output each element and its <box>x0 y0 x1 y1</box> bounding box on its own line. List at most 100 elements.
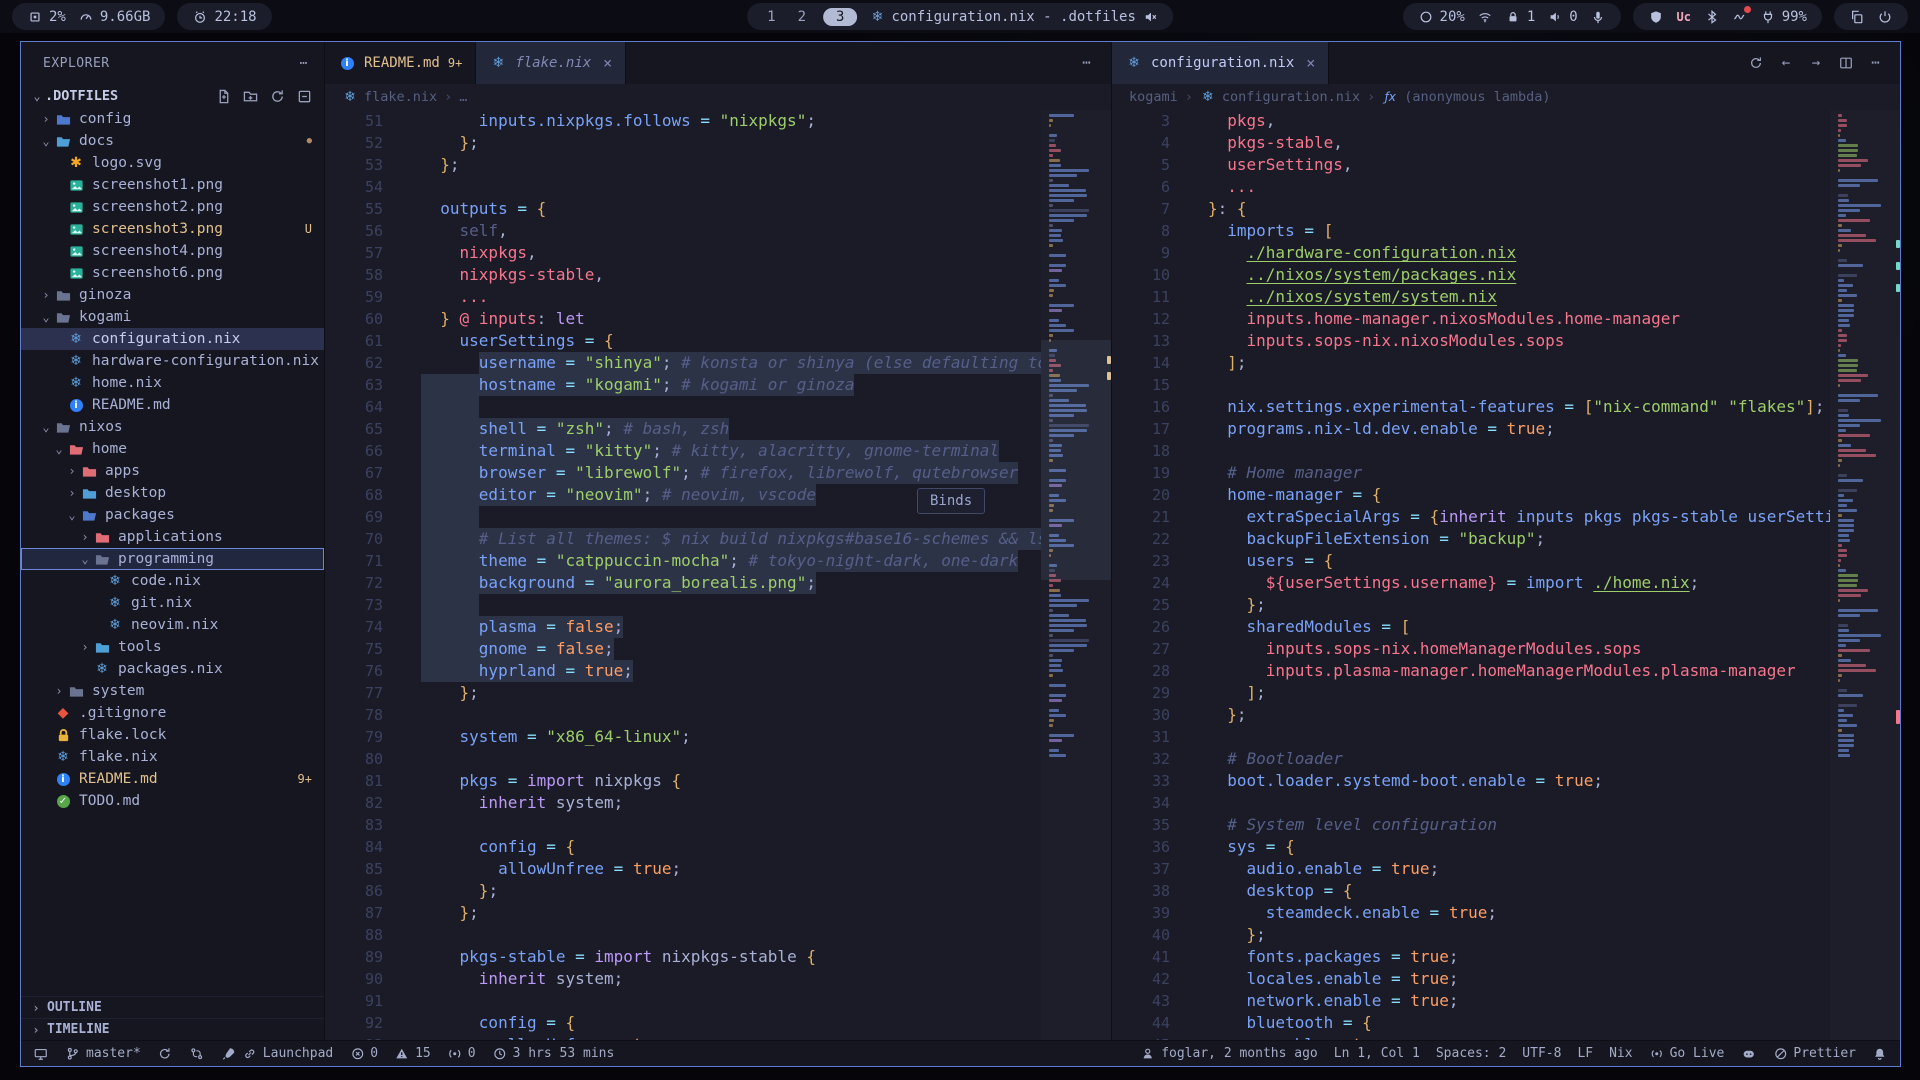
code-line[interactable]: 64 <box>325 396 1041 418</box>
tree-item-packages[interactable]: ⌄packages <box>21 504 324 526</box>
code-line[interactable]: 83 <box>325 814 1041 836</box>
status-remote[interactable] <box>33 1046 49 1062</box>
code-line[interactable]: 8 imports = [ <box>1112 220 1830 242</box>
code-line[interactable]: 56 self, <box>325 220 1041 242</box>
timeline-panel-header[interactable]: › TIMELINE <box>21 1018 324 1040</box>
outline-panel-header[interactable]: › OUTLINE <box>21 996 324 1018</box>
tree-item-hardware-configuration.nix[interactable]: ❄hardware-configuration.nix <box>21 350 324 372</box>
code-line[interactable]: 89 pkgs-stable = import nixpkgs-stable { <box>325 946 1041 968</box>
code-line[interactable]: 93 allowUnfree = true; <box>325 1034 1041 1040</box>
status-nix[interactable]: Nix <box>1609 1046 1632 1061</box>
tree-item-programming[interactable]: ⌄programming <box>21 548 324 570</box>
code-line[interactable]: 41 fonts.packages = true; <box>1112 946 1830 968</box>
code-line[interactable]: 51 inputs.nixpkgs.follows = "nixpkgs"; <box>325 110 1041 132</box>
status-0[interactable]: 0 <box>349 1046 378 1062</box>
code-line[interactable]: 20 home-manager = { <box>1112 484 1830 506</box>
status-utf-8[interactable]: UTF-8 <box>1522 1046 1561 1061</box>
code-line[interactable]: 74 plasma = false; <box>325 616 1041 638</box>
explorer-more-actions-icon[interactable]: ⋯ <box>300 56 308 71</box>
code-line[interactable]: 5 userSettings, <box>1112 154 1830 176</box>
tree-item-screenshot4.png[interactable]: screenshot4.png <box>21 240 324 262</box>
code-line[interactable]: 70 # List all themes: $ nix build nixpkg… <box>325 528 1041 550</box>
tree-item-ginoza[interactable]: ›ginoza <box>21 284 324 306</box>
code-line[interactable]: 34 <box>1112 792 1830 814</box>
code-line[interactable]: 13 inputs.sops-nix.nixosModules.sops <box>1112 330 1830 352</box>
status-master-[interactable]: master* <box>65 1046 141 1062</box>
tree-item-screenshot2.png[interactable]: screenshot2.png <box>21 196 324 218</box>
code-line[interactable]: 72 background = "aurora_borealis.png"; <box>325 572 1041 594</box>
editor-left[interactable]: 51 inputs.nixpkgs.follows = "nixpkgs";52… <box>325 110 1111 1040</box>
new-folder-icon[interactable] <box>242 88 258 104</box>
code-line[interactable]: 55 outputs = { <box>325 198 1041 220</box>
status-sync[interactable] <box>157 1046 173 1062</box>
code-line[interactable]: 91 <box>325 990 1041 1012</box>
status-go-live[interactable]: Go Live <box>1649 1046 1725 1062</box>
code-line[interactable]: 88 <box>325 924 1041 946</box>
refresh-icon[interactable] <box>269 88 285 104</box>
breadcrumb-item[interactable]: ❄configuration.nix <box>1200 89 1360 105</box>
tree-item-home.nix[interactable]: ❄home.nix <box>21 372 324 394</box>
minimap-right[interactable] <box>1830 110 1900 1040</box>
status-15[interactable]: 15 <box>394 1046 431 1062</box>
code-line[interactable]: 80 <box>325 748 1041 770</box>
system-tray-pill[interactable]: 20%10 <box>1403 3 1621 30</box>
code-line[interactable]: 53 }; <box>325 154 1041 176</box>
code-line[interactable]: 90 inherit system; <box>325 968 1041 990</box>
tab-flake.nix[interactable]: ❄flake.nix× <box>476 42 626 84</box>
code-line[interactable]: 23 users = { <box>1112 550 1830 572</box>
minimap-left[interactable] <box>1041 110 1111 1040</box>
code-line[interactable]: 11 ../nixos/system/system.nix <box>1112 286 1830 308</box>
code-line[interactable]: 22 backupFileExtension = "backup"; <box>1112 528 1830 550</box>
code-line[interactable]: 60 } @ inputs: let <box>325 308 1041 330</box>
code-line[interactable]: 76 hyprland = true; <box>325 660 1041 682</box>
code-line[interactable]: 44 bluetooth = { <box>1112 1012 1830 1034</box>
breadcrumb-item[interactable]: ❄flake.nix <box>342 89 437 105</box>
system-stats-pill[interactable]: 2%9.66GB <box>12 3 165 30</box>
code-line[interactable]: 17 programs.nix-ld.dev.enable = true; <box>1112 418 1830 440</box>
more-actions-icon[interactable]: ⋯ <box>1079 55 1095 71</box>
code-line[interactable]: 27 inputs.sops-nix.homeManagerModules.so… <box>1112 638 1830 660</box>
code-line[interactable]: 62 username = "shinya"; # konsta or shin… <box>325 352 1041 374</box>
code-line[interactable]: 28 inputs.plasma-manager.homeManagerModu… <box>1112 660 1830 682</box>
tab-configuration.nix[interactable]: ❄configuration.nix× <box>1112 42 1329 84</box>
code-line[interactable]: 12 inputs.home-manager.nixosModules.home… <box>1112 308 1830 330</box>
code-line[interactable]: 77 }; <box>325 682 1041 704</box>
code-line[interactable]: 61 userSettings = { <box>325 330 1041 352</box>
tree-item-code.nix[interactable]: ❄code.nix <box>21 570 324 592</box>
tree-item-packages.nix[interactable]: ❄packages.nix <box>21 658 324 680</box>
status-spaces-2[interactable]: Spaces: 2 <box>1436 1046 1506 1061</box>
tree-item-config[interactable]: ›config <box>21 108 324 130</box>
code-area-right[interactable]: 3 pkgs,4 pkgs-stable,5 userSettings,6 ..… <box>1112 110 1830 1040</box>
code-line[interactable]: 42 locales.enable = true; <box>1112 968 1830 990</box>
split-icon[interactable] <box>1838 55 1854 71</box>
nav-fwd-icon[interactable]: → <box>1808 55 1824 71</box>
code-line[interactable]: 39 steamdeck.enable = true; <box>1112 902 1830 924</box>
workspace-3[interactable]: 3 <box>823 8 857 26</box>
workspace-1[interactable]: 1 <box>762 9 780 25</box>
close-icon[interactable]: × <box>1306 54 1315 72</box>
code-line[interactable]: 75 gnome = false; <box>325 638 1041 660</box>
code-line[interactable]: 73 <box>325 594 1041 616</box>
tree-item-screenshot6.png[interactable]: screenshot6.png <box>21 262 324 284</box>
tree-item-nixos[interactable]: ⌄nixos <box>21 416 324 438</box>
close-icon[interactable]: × <box>603 54 612 72</box>
tree-item-applications[interactable]: ›applications <box>21 526 324 548</box>
tree-item-docs[interactable]: ⌄docs● <box>21 130 324 152</box>
code-line[interactable]: 37 audio.enable = true; <box>1112 858 1830 880</box>
code-line[interactable]: 19 # Home manager <box>1112 462 1830 484</box>
tree-item-flake.nix[interactable]: ❄flake.nix <box>21 746 324 768</box>
tree-item-system[interactable]: ›system <box>21 680 324 702</box>
status-bell[interactable] <box>1872 1046 1888 1062</box>
status-ln-1-col-1[interactable]: Ln 1, Col 1 <box>1334 1046 1420 1061</box>
code-line[interactable]: 78 <box>325 704 1041 726</box>
code-line[interactable]: 35 # System level configuration <box>1112 814 1830 836</box>
nav-back-icon[interactable]: ← <box>1778 55 1794 71</box>
code-line[interactable]: 10 ../nixos/system/packages.nix <box>1112 264 1830 286</box>
breadcrumb-item[interactable]: ƒx(anonymous lambda) <box>1382 89 1550 105</box>
code-line[interactable]: 81 pkgs = import nixpkgs { <box>325 770 1041 792</box>
editor-right[interactable]: 3 pkgs,4 pkgs-stable,5 userSettings,6 ..… <box>1112 110 1900 1040</box>
workspace-2[interactable]: 2 <box>793 9 811 25</box>
tree-item-git.nix[interactable]: ❄git.nix <box>21 592 324 614</box>
code-line[interactable]: 52 }; <box>325 132 1041 154</box>
code-line[interactable]: 66 terminal = "kitty"; # kitty, alacritt… <box>325 440 1041 462</box>
